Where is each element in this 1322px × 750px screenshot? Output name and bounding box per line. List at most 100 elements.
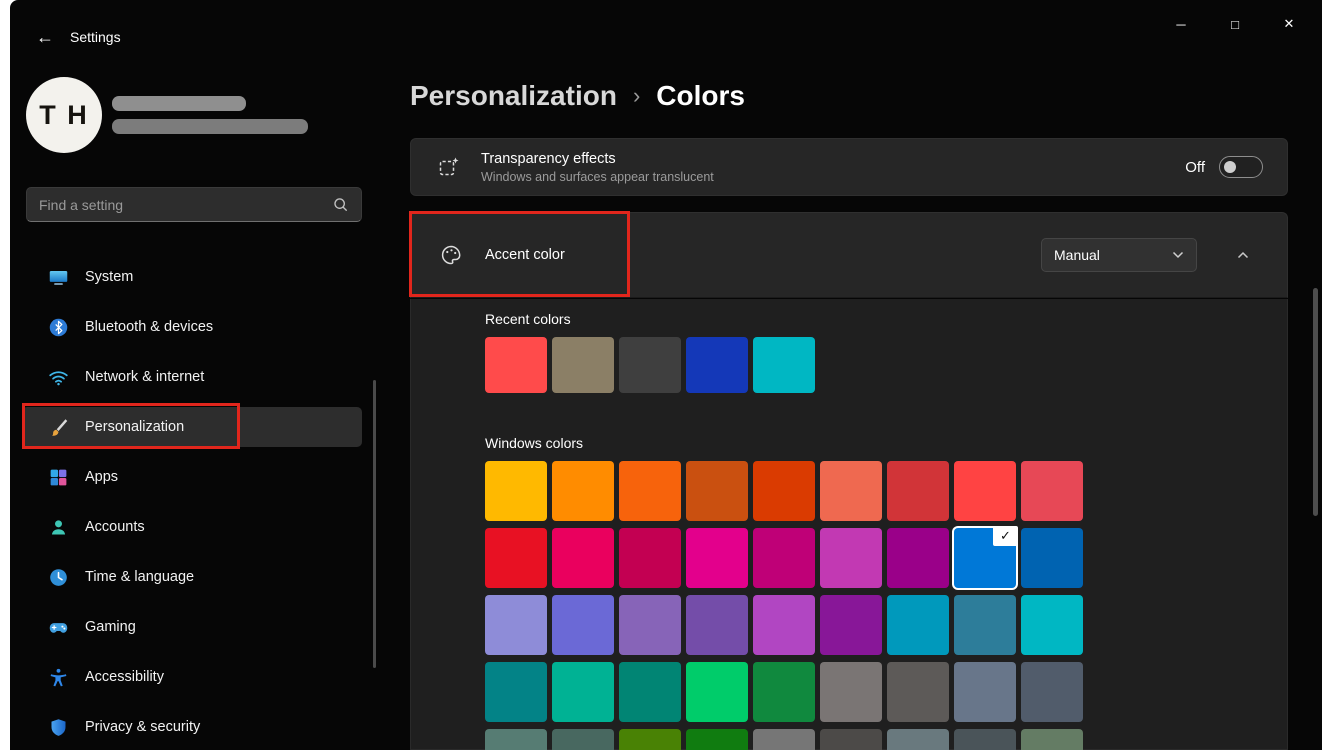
windows-color-swatch[interactable] bbox=[619, 461, 681, 521]
sidebar-item-gaming[interactable]: Gaming bbox=[22, 607, 362, 647]
windows-color-swatch[interactable] bbox=[753, 528, 815, 588]
transparency-toggle[interactable] bbox=[1219, 156, 1263, 178]
breadcrumb-separator: › bbox=[633, 83, 640, 109]
windows-color-swatch[interactable] bbox=[619, 729, 681, 750]
windows-color-swatch[interactable] bbox=[954, 662, 1016, 722]
recent-colors-row bbox=[485, 337, 1287, 393]
accent-mode-dropdown[interactable]: Manual bbox=[1041, 238, 1197, 272]
windows-color-swatch[interactable] bbox=[887, 662, 949, 722]
windows-color-swatch[interactable] bbox=[820, 461, 882, 521]
windows-color-swatch[interactable] bbox=[485, 662, 547, 722]
recent-color-swatch[interactable] bbox=[552, 337, 614, 393]
sidebar-item-apps[interactable]: Apps bbox=[22, 457, 362, 497]
windows-color-swatch[interactable] bbox=[1021, 461, 1083, 521]
windows-color-swatch[interactable] bbox=[552, 729, 614, 750]
sidebar-item-label: Bluetooth & devices bbox=[85, 319, 213, 335]
sidebar-item-system[interactable]: System bbox=[22, 257, 362, 297]
sidebar-item-label: Time & language bbox=[85, 569, 194, 585]
windows-color-swatch[interactable] bbox=[887, 528, 949, 588]
windows-color-swatch[interactable] bbox=[1021, 595, 1083, 655]
toggle-knob bbox=[1224, 161, 1236, 173]
windows-color-swatch[interactable] bbox=[686, 662, 748, 722]
windows-color-swatch[interactable] bbox=[686, 461, 748, 521]
windows-color-swatch[interactable] bbox=[619, 595, 681, 655]
windows-color-swatch[interactable] bbox=[820, 595, 882, 655]
windows-color-swatch[interactable] bbox=[887, 461, 949, 521]
selected-indicator bbox=[22, 418, 25, 436]
selected-color-check-badge: ✓ bbox=[993, 526, 1018, 546]
windows-color-swatch[interactable] bbox=[954, 595, 1016, 655]
main-scrollbar[interactable] bbox=[1313, 288, 1318, 516]
accent-section-collapse-button[interactable] bbox=[1223, 235, 1263, 275]
sidebar-item-label: Apps bbox=[85, 469, 118, 485]
windows-color-swatch[interactable] bbox=[753, 595, 815, 655]
windows-color-swatch[interactable] bbox=[552, 461, 614, 521]
transparency-subtitle: Windows and surfaces appear translucent bbox=[481, 170, 714, 184]
windows-color-swatch[interactable]: ✓ bbox=[954, 528, 1016, 588]
sidebar-item-personalization[interactable]: Personalization bbox=[22, 407, 362, 447]
sidebar-scrollbar[interactable] bbox=[373, 380, 376, 668]
windows-color-swatch[interactable] bbox=[552, 595, 614, 655]
windows-color-swatch[interactable] bbox=[619, 662, 681, 722]
sidebar-item-privacy-security[interactable]: Privacy & security bbox=[22, 707, 362, 747]
maximize-button[interactable]: □ bbox=[1208, 4, 1262, 44]
windows-color-swatch[interactable] bbox=[552, 528, 614, 588]
windows-color-swatch[interactable] bbox=[686, 595, 748, 655]
windows-color-swatch[interactable] bbox=[753, 461, 815, 521]
windows-color-swatch[interactable] bbox=[485, 729, 547, 750]
username-placeholder-bar bbox=[112, 96, 246, 111]
windows-color-swatch[interactable] bbox=[1021, 729, 1083, 750]
transparency-text: Transparency effects Windows and surface… bbox=[481, 151, 714, 184]
windows-color-swatch[interactable] bbox=[887, 729, 949, 750]
system-icon bbox=[48, 267, 69, 288]
windows-color-swatch[interactable] bbox=[619, 528, 681, 588]
search-box[interactable] bbox=[26, 187, 362, 222]
minimize-button[interactable]: ─ bbox=[1154, 4, 1208, 44]
back-button[interactable]: ← bbox=[28, 22, 62, 52]
windows-color-swatch[interactable] bbox=[686, 729, 748, 750]
windows-color-swatch[interactable] bbox=[820, 528, 882, 588]
windows-color-swatch[interactable] bbox=[1021, 662, 1083, 722]
breadcrumb-parent[interactable]: Personalization bbox=[410, 80, 617, 112]
personalization-brush-icon bbox=[48, 417, 69, 438]
toggle-state-label: Off bbox=[1185, 159, 1205, 176]
recent-color-swatch[interactable] bbox=[686, 337, 748, 393]
breadcrumb: Personalization › Colors bbox=[410, 80, 745, 112]
windows-color-swatch[interactable] bbox=[552, 662, 614, 722]
email-placeholder-bar bbox=[112, 119, 308, 134]
windows-color-swatch[interactable] bbox=[485, 528, 547, 588]
windows-color-swatch[interactable] bbox=[686, 528, 748, 588]
search-input[interactable] bbox=[39, 197, 332, 213]
windows-color-swatch[interactable] bbox=[1021, 528, 1083, 588]
windows-color-swatch[interactable] bbox=[820, 662, 882, 722]
sidebar-item-label: Accounts bbox=[85, 519, 145, 535]
recent-color-swatch[interactable] bbox=[753, 337, 815, 393]
windows-colors-label: Windows colors bbox=[485, 435, 1287, 451]
sidebar-item-accounts[interactable]: Accounts bbox=[22, 507, 362, 547]
windows-color-swatch[interactable] bbox=[887, 595, 949, 655]
sidebar-item-label: Gaming bbox=[85, 619, 136, 635]
sidebar-item-label: System bbox=[85, 269, 133, 285]
windows-color-swatch[interactable] bbox=[753, 729, 815, 750]
windows-color-swatch[interactable] bbox=[820, 729, 882, 750]
recent-color-swatch[interactable] bbox=[619, 337, 681, 393]
recent-color-swatch[interactable] bbox=[485, 337, 547, 393]
windows-color-swatch[interactable] bbox=[753, 662, 815, 722]
sidebar-item-time-language[interactable]: Time & language bbox=[22, 557, 362, 597]
settings-window: ← Settings ─ □ ✕ T H System bbox=[10, 0, 1322, 750]
windows-color-swatch[interactable] bbox=[485, 595, 547, 655]
transparency-icon bbox=[437, 155, 461, 179]
windows-color-swatch[interactable] bbox=[485, 461, 547, 521]
game-controller-icon bbox=[48, 617, 69, 638]
windows-color-swatch[interactable] bbox=[954, 729, 1016, 750]
accent-color-palette-icon bbox=[439, 243, 463, 267]
sidebar-item-bluetooth-devices[interactable]: Bluetooth & devices bbox=[22, 307, 362, 347]
sidebar-item-label: Network & internet bbox=[85, 369, 204, 385]
windows-color-swatch[interactable] bbox=[954, 461, 1016, 521]
accent-color-title: Accent color bbox=[485, 247, 565, 263]
avatar[interactable]: T H bbox=[26, 77, 102, 153]
bluetooth-icon bbox=[48, 317, 69, 338]
sidebar-item-accessibility[interactable]: Accessibility bbox=[22, 657, 362, 697]
close-button[interactable]: ✕ bbox=[1262, 4, 1316, 44]
sidebar-item-network-internet[interactable]: Network & internet bbox=[22, 357, 362, 397]
